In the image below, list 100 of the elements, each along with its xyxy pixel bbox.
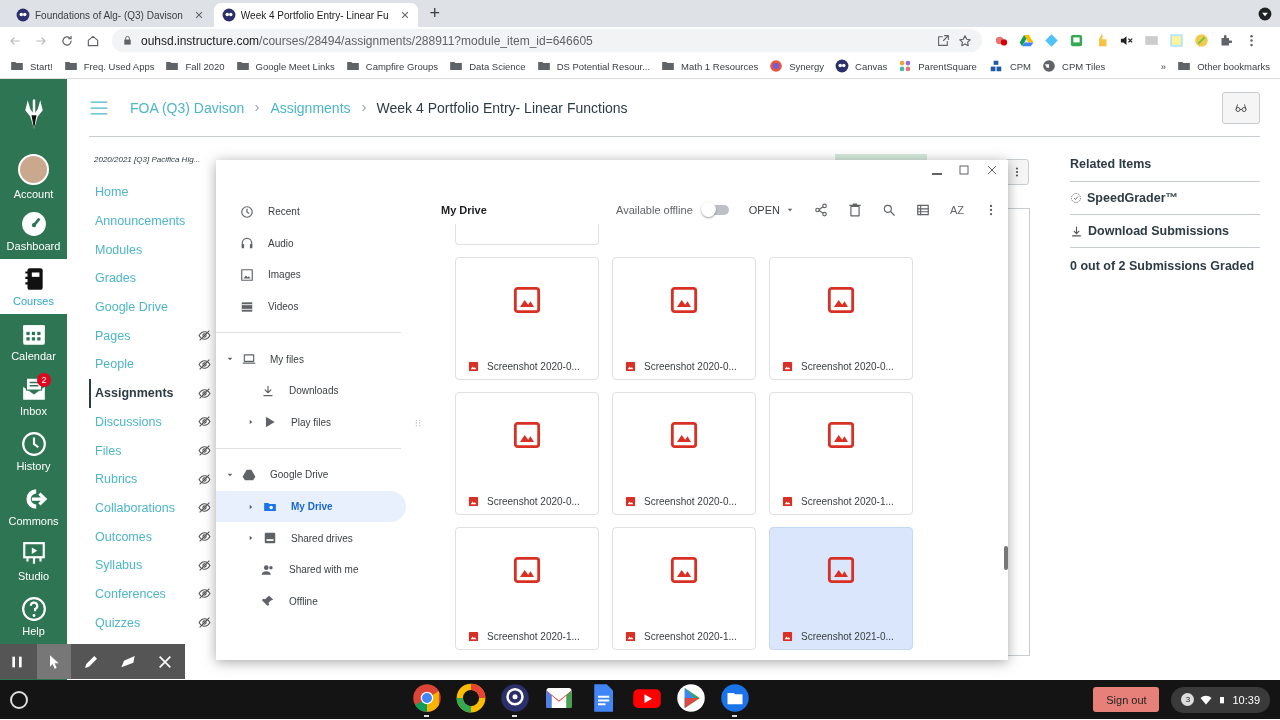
lock-icon — [122, 35, 133, 46]
expand-arrow[interactable] — [247, 502, 255, 511]
folder-title: My Drive — [441, 204, 488, 216]
related-link[interactable]: SpeedGrader™ — [1070, 182, 1260, 215]
offline-toggle[interactable] — [702, 205, 729, 215]
bookmark[interactable]: Freq. Used Apps — [63, 59, 155, 73]
file-tile[interactable]: Screenshot 2020-1... — [769, 392, 913, 515]
bookmark[interactable]: Fall 2020 — [165, 59, 225, 73]
wifi-icon — [1200, 693, 1213, 706]
nav-item[interactable]: Studio — [0, 534, 67, 589]
sidebar-item[interactable]: Downloads — [216, 374, 406, 407]
nav-item[interactable]: Account — [0, 149, 67, 204]
file-tile[interactable]: Screenshot 2020-0... — [455, 392, 599, 515]
launcher-button[interactable] — [10, 690, 28, 709]
bookmark[interactable]: Synergy — [769, 59, 825, 73]
people-icon — [261, 562, 275, 577]
nav-item[interactable]: Commons — [0, 479, 67, 534]
mute-icon — [1119, 33, 1134, 48]
search-button[interactable] — [881, 203, 896, 217]
bookmark[interactable]: DS Potential Resour... — [536, 59, 651, 73]
file-tile[interactable] — [455, 224, 599, 245]
course-term: 2020/2021 [Q3] Pacifica Hig... — [94, 155, 202, 164]
chrome-icon — [411, 682, 442, 713]
eye-slash-icon — [198, 530, 211, 544]
eye-slash-icon — [198, 329, 211, 343]
expand-arrow[interactable] — [247, 418, 255, 427]
status-tray[interactable]: 3 10:39 — [1171, 686, 1270, 713]
sidebar-item[interactable]: Offline — [216, 585, 406, 618]
file-tile[interactable]: Screenshot 2020-0... — [455, 257, 599, 380]
sidebar-item[interactable]: Videos — [216, 290, 406, 323]
bookmark[interactable]: Math 1 Resources — [661, 59, 759, 73]
sidebar-item[interactable]: Play files — [216, 406, 406, 439]
file-tile[interactable]: Screenshot 2021-0... — [769, 527, 913, 650]
bookmark[interactable]: Other bookmarks — [1177, 59, 1270, 73]
more-bookmarks-button[interactable]: » — [1160, 60, 1167, 72]
sidebar-item[interactable]: Recent — [216, 196, 406, 228]
shelf-app[interactable] — [719, 682, 750, 717]
puzzle-icon — [1219, 33, 1234, 48]
browser-tab[interactable]: Week 4 Portfolio Entry- Linear Fu — [213, 3, 418, 27]
share-button[interactable] — [813, 203, 828, 217]
sidebar-item[interactable]: My files — [216, 343, 406, 375]
bookmark[interactable]: Campfire Groups — [345, 59, 439, 73]
extension-icon — [1194, 33, 1209, 48]
file-name: Screenshot 2020-0... — [644, 495, 737, 507]
sidebar-item[interactable]: Shared drives — [216, 522, 406, 554]
nav-item[interactable]: History — [0, 424, 67, 479]
expand-arrow[interactable] — [247, 534, 255, 543]
breadcrumb-link[interactable]: Week 4 Portfolio Entry- Linear Functions — [376, 99, 628, 116]
file-tile[interactable]: Screenshot 2020-0... — [612, 392, 756, 515]
owl-icon — [499, 682, 530, 713]
folder-icon — [449, 59, 464, 73]
scrollbar-thumb[interactable] — [1004, 546, 1008, 570]
eye-slash-icon — [198, 386, 211, 400]
related-link[interactable]: Download Submissions — [1070, 215, 1260, 248]
sidebar-item[interactable]: Images — [216, 259, 406, 291]
sidebar-item[interactable]: Audio — [216, 227, 406, 260]
bookmark[interactable]: Canvas — [835, 59, 888, 73]
shelf-app[interactable] — [499, 682, 530, 717]
course-nav-link[interactable]: Assignments — [95, 386, 174, 401]
image-icon — [468, 495, 479, 507]
image-icon — [782, 630, 793, 642]
image-icon — [513, 420, 541, 449]
image-icon — [670, 420, 698, 449]
sidebar-item[interactable]: Google Drive — [216, 459, 406, 491]
annotation-tool[interactable] — [37, 644, 71, 679]
nav-item[interactable]: Inbox 2 — [0, 369, 67, 424]
open-external-icon — [937, 34, 950, 47]
nav-item[interactable]: Dashboard — [0, 204, 67, 259]
nav-item[interactable]: Calendar — [0, 314, 67, 369]
eye-slash-icon — [198, 501, 211, 515]
eye-slash-icon — [198, 415, 211, 429]
file-name: Screenshot 2021-0... — [801, 630, 894, 642]
list-view-button[interactable] — [915, 203, 930, 217]
folder-icon — [719, 682, 750, 713]
immersive-reader-button[interactable] — [1222, 91, 1260, 124]
sidebar-item[interactable]: My Drive — [216, 490, 406, 523]
triangle-icon — [247, 534, 255, 543]
sort-button[interactable]: AZ — [949, 204, 964, 216]
sign-out-button[interactable]: Sign out — [1093, 687, 1160, 712]
file-tile[interactable]: Screenshot 2020-0... — [769, 257, 913, 380]
sidebar-item[interactable]: Shared with me — [216, 553, 406, 586]
bookmark[interactable]: CPM — [987, 59, 1032, 73]
delete-button[interactable] — [847, 203, 862, 217]
monitor-icon — [20, 541, 47, 567]
open-button[interactable]: OPEN — [748, 204, 794, 216]
file-name: Screenshot 2020-1... — [801, 495, 894, 507]
bookmark[interactable]: CPM Tiles — [1042, 59, 1106, 73]
eye-slash-icon — [198, 587, 211, 601]
file-tile[interactable]: Screenshot 2020-1... — [455, 527, 599, 650]
bookmark[interactable]: ParentSquare — [898, 59, 977, 73]
address-bar[interactable]: ouhsd.instructure.com/courses/28494/assignments/288911?module_item_id=646605 — [112, 29, 982, 52]
file-tile[interactable]: Screenshot 2020-0... — [612, 257, 756, 380]
bookmark[interactable]: Start! — [10, 59, 53, 73]
new-tab-button[interactable]: + — [419, 3, 451, 27]
bookmark[interactable]: Google Meet Links — [235, 59, 335, 73]
bookmark[interactable]: Data Science — [449, 59, 526, 73]
browser-tab[interactable]: Foundations of Alg- (Q3) Davison — [8, 3, 212, 27]
file-tile[interactable]: Screenshot 2020-1... — [612, 527, 756, 650]
shelf-app[interactable] — [411, 682, 442, 717]
nav-item[interactable]: Help — [0, 589, 67, 644]
